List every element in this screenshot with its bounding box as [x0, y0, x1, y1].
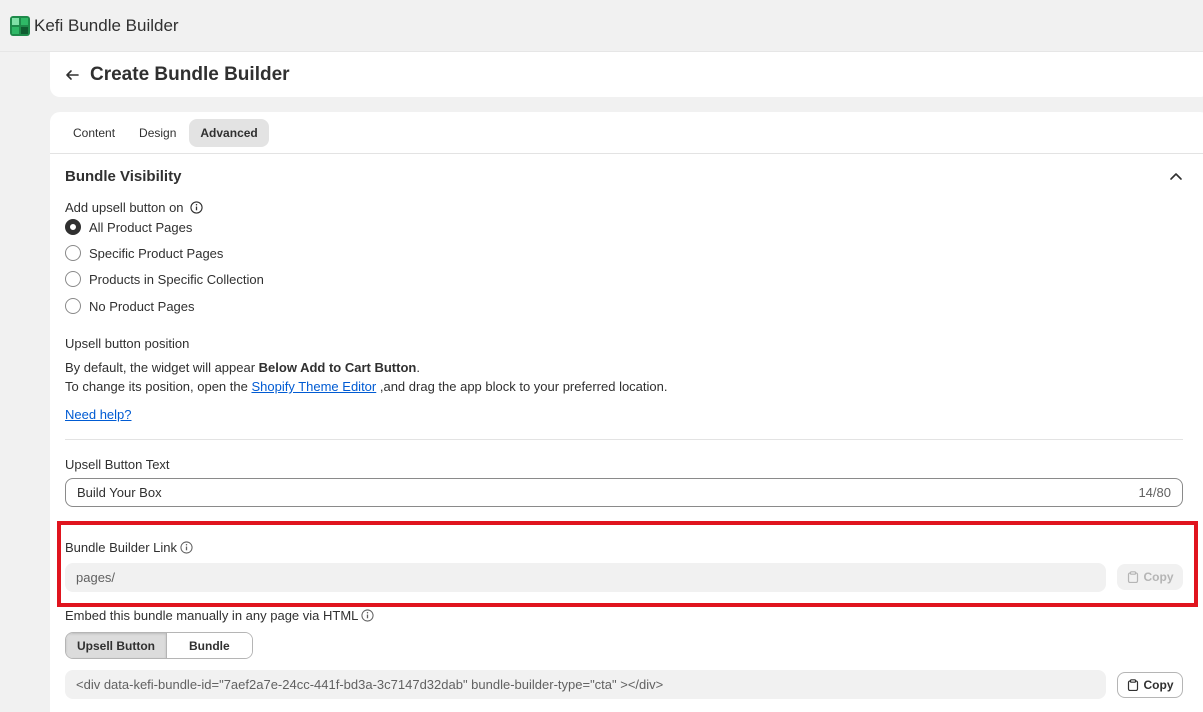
position-label: Upsell button position [65, 336, 190, 351]
builder-link-label: Bundle Builder Link [65, 540, 178, 555]
upsell-text-value: Build Your Box [77, 485, 162, 500]
position-description-line2: To change its position, open the Shopify… [65, 379, 668, 394]
settings-card: Content Design Advanced Bundle Visibilit… [50, 112, 1203, 712]
embed-type-segmented-control: Upsell Button Bundle [65, 632, 253, 659]
radio-button[interactable] [65, 298, 81, 314]
character-counter: 14/80 [1138, 485, 1171, 500]
radio-label: Specific Product Pages [89, 245, 224, 261]
position-text: By default, the widget will appear [65, 360, 259, 375]
page-title: Create Bundle Builder [90, 63, 290, 85]
copy-link-button[interactable]: Copy [1117, 564, 1183, 590]
info-icon[interactable] [361, 609, 374, 622]
tab-bar: Content Design Advanced [50, 112, 1203, 154]
tab-content[interactable]: Content [62, 119, 126, 147]
tab-advanced[interactable]: Advanced [189, 118, 269, 147]
upsell-text-label: Upsell Button Text [65, 457, 170, 472]
embed-label: Embed this bundle manually in any page v… [65, 608, 359, 623]
embed-code-value: <div data-kefi-bundle-id="7aef2a7e-24cc-… [76, 677, 664, 692]
radio-button[interactable] [65, 271, 81, 287]
radio-label: Products in Specific Collection [89, 271, 264, 287]
back-arrow-icon[interactable] [64, 67, 80, 83]
radio-button[interactable] [65, 219, 81, 235]
app-topbar: Kefi Bundle Builder [0, 0, 1203, 52]
app-logo-icon [10, 15, 30, 36]
copy-embed-button[interactable]: Copy [1117, 672, 1183, 698]
position-text: To change its position, open the [65, 379, 252, 394]
tab-design[interactable]: Design [128, 119, 187, 147]
radio-products-in-collection[interactable]: Products in Specific Collection [65, 271, 264, 287]
radio-button[interactable] [65, 245, 81, 261]
embed-code-field[interactable]: <div data-kefi-bundle-id="7aef2a7e-24cc-… [65, 670, 1106, 699]
clipboard-icon [1127, 679, 1138, 691]
divider [65, 439, 1183, 440]
copy-label: Copy [1143, 678, 1174, 692]
position-text-end: . [416, 360, 420, 375]
position-description-line1: By default, the widget will appear Below… [65, 360, 420, 375]
radio-label: No Product Pages [89, 298, 195, 314]
builder-link-field[interactable]: pages/ [65, 563, 1106, 592]
builder-link-value: pages/ [76, 570, 116, 585]
info-icon[interactable] [180, 541, 193, 554]
chevron-up-icon[interactable] [1168, 169, 1184, 185]
radio-all-product-pages[interactable]: All Product Pages [65, 219, 192, 235]
segment-upsell-button[interactable]: Upsell Button [66, 633, 167, 658]
radio-no-product-pages[interactable]: No Product Pages [65, 298, 195, 314]
segment-bundle[interactable]: Bundle [167, 633, 252, 658]
copy-label: Copy [1143, 570, 1174, 584]
add-upsell-label: Add upsell button on [65, 200, 184, 215]
need-help-link[interactable]: Need help? [65, 407, 132, 422]
upsell-text-input[interactable]: Build Your Box 14/80 [65, 478, 1183, 507]
section-title: Bundle Visibility [65, 168, 182, 185]
theme-editor-link[interactable]: Shopify Theme Editor [251, 379, 376, 394]
radio-specific-product-pages[interactable]: Specific Product Pages [65, 245, 223, 261]
embed-label-row: Embed this bundle manually in any page v… [65, 608, 374, 623]
position-text-end: ,and drag the app block to your preferre… [376, 379, 668, 394]
radio-label: All Product Pages [89, 219, 193, 235]
position-default: Below Add to Cart Button [258, 360, 417, 375]
app-name: Kefi Bundle Builder [34, 15, 179, 35]
info-icon[interactable] [189, 201, 203, 214]
page-header: Create Bundle Builder [50, 52, 1203, 97]
add-upsell-label-row: Add upsell button on [65, 200, 203, 215]
clipboard-icon [1127, 571, 1138, 583]
builder-link-label-row: Bundle Builder Link [65, 540, 193, 555]
